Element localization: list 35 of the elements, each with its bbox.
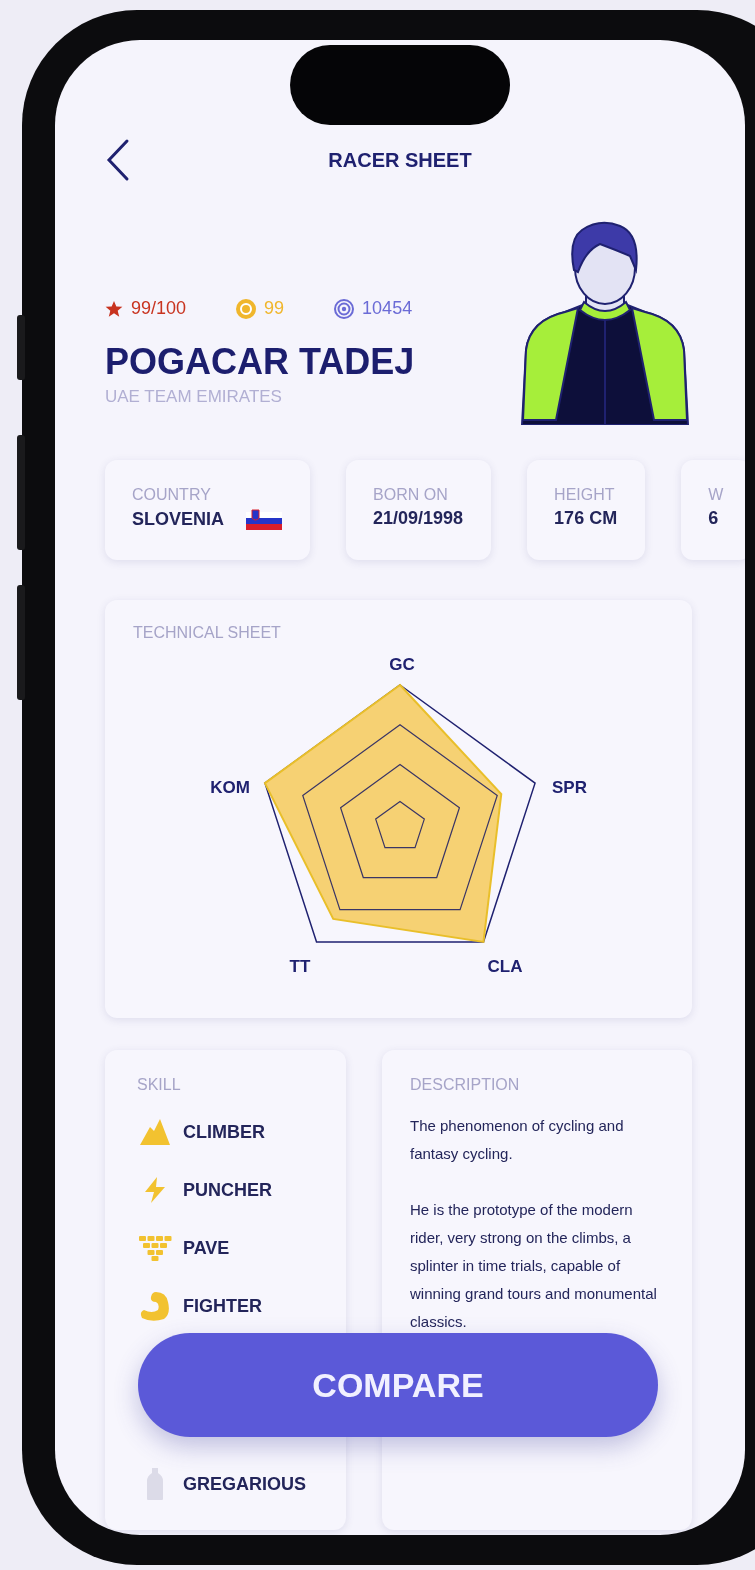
- skill-label: CLIMBER: [183, 1121, 265, 1143]
- skill-label: PAVE: [183, 1237, 230, 1259]
- info-label: W: [708, 486, 724, 504]
- info-value: 21/09/1998: [373, 508, 464, 529]
- axis-label: SPR: [552, 778, 587, 797]
- compare-button[interactable]: COMPARE: [138, 1333, 658, 1437]
- skill-label: PUNCHER: [183, 1179, 272, 1201]
- axis-label: KOM: [210, 778, 250, 797]
- team-name: UAE TEAM EMIRATES: [105, 387, 283, 407]
- axis-label: CLA: [487, 957, 523, 976]
- axis-label: GC: [389, 655, 415, 674]
- info-label: HEIGHT: [554, 486, 616, 504]
- flag-icon: [246, 508, 282, 530]
- card-title: DESCRIPTION: [410, 1076, 521, 1094]
- coin-icon: [236, 298, 257, 319]
- star-icon: [105, 299, 123, 318]
- stat-value: 10454: [362, 298, 413, 319]
- back-icon[interactable]: [105, 138, 131, 182]
- card-title: TECHNICAL SHEET: [133, 624, 282, 642]
- skill-label: FIGHTER: [183, 1295, 262, 1317]
- description-text: He is the prototype of the modern rider, very strong on the climbs, a splinter in time trials, capable of winning grand tours and monumental classics.: [410, 1200, 658, 1332]
- target-icon: [334, 298, 355, 319]
- skill-label: GREGARIOUS: [183, 1473, 306, 1495]
- rider-name: POGACAR TADEJ: [105, 341, 416, 383]
- axis-label: TT: [289, 957, 311, 976]
- info-label: BORN ON: [373, 486, 449, 504]
- description-text: The phenomenon of cycling and fantasy cycling.: [410, 1116, 625, 1164]
- stat-value: 99/100: [131, 298, 187, 319]
- card-title: SKILL: [137, 1076, 182, 1094]
- info-value: 6: [708, 508, 719, 529]
- info-value: 176 CM: [554, 508, 618, 529]
- stat-value: 99: [264, 298, 285, 319]
- info-value: SLOVENIA: [132, 508, 224, 530]
- screen-title: RACER SHEET: [327, 148, 473, 172]
- info-label: COUNTRY: [132, 486, 212, 504]
